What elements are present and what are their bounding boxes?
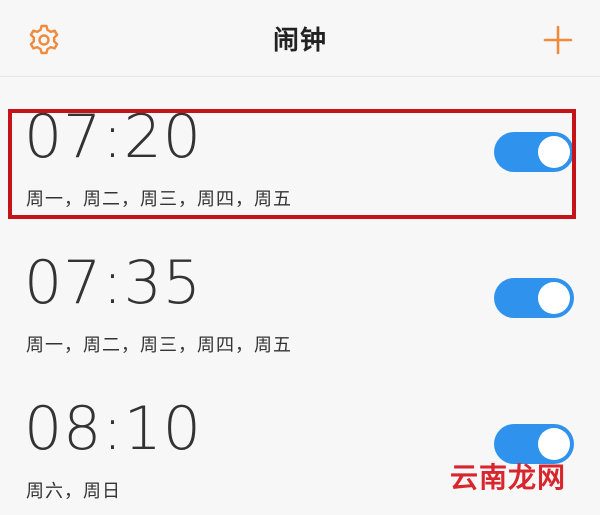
alarm-time: 07:35 <box>24 248 202 318</box>
watermark: 云南龙网 <box>449 461 566 494</box>
alarm-days: 周一，周二，周三，周四，周五 <box>26 335 292 356</box>
page-title: 闹钟 <box>272 26 327 56</box>
alarm-toggle[interactable] <box>494 132 574 172</box>
alarm-time: 07:20 <box>24 102 202 172</box>
alarm-toggle[interactable] <box>494 278 574 318</box>
toggle-knob <box>538 136 570 168</box>
alarm-time: 08:10 <box>24 394 202 464</box>
alarm-days: 周六，周日 <box>26 481 121 502</box>
alarm-item[interactable]: 07:35 周一，周二，周三，周四，周五 <box>0 223 600 370</box>
app-header: 闹钟 <box>0 0 600 77</box>
alarm-days: 周一，周二，周三，周四，周五 <box>26 189 292 210</box>
plus-icon[interactable] <box>542 24 574 56</box>
toggle-knob <box>538 282 570 314</box>
alarm-item[interactable]: 07:20 周一，周二，周三，周四，周五 <box>0 77 600 224</box>
